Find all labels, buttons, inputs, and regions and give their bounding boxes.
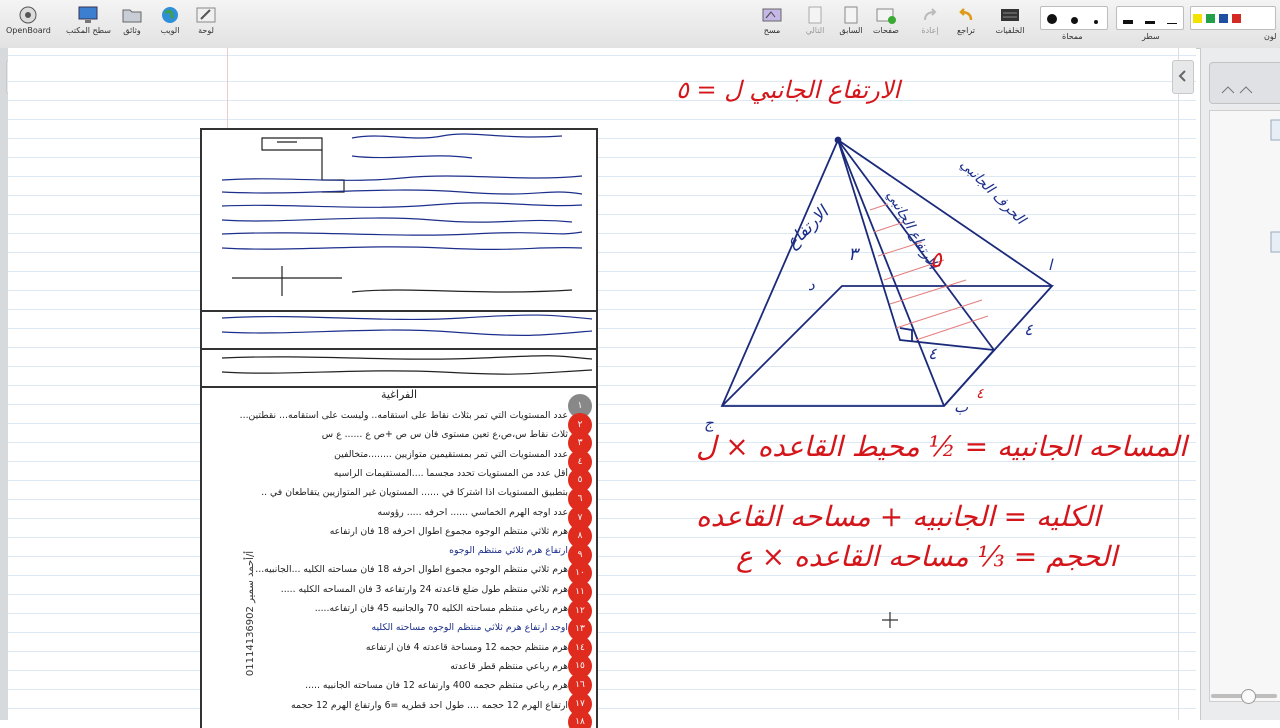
undo-icon	[955, 5, 977, 25]
worksheet-image: الفراغية عدد المستويات التي تمر بثلاث نق…	[200, 128, 598, 728]
openboard-menu-button[interactable]: OpenBoard	[6, 3, 51, 45]
eraser-large-option[interactable]	[1041, 9, 1063, 28]
undo-button[interactable]: تراجع	[944, 3, 988, 45]
slant-value: ٥	[930, 248, 942, 273]
total-area-formula: الكليه = الجانبيه + مساحه القاعده	[696, 500, 1101, 533]
color-label: لون	[1264, 32, 1277, 41]
eraser-medium-option[interactable]	[1063, 9, 1085, 28]
color-group	[1190, 6, 1276, 30]
desktop-button[interactable]: سطح المكتب	[66, 3, 111, 45]
question-row: عدد المستويات التي تمر بثلاث نقاط على اس…	[239, 410, 568, 421]
question-row: هرم رباعي منتظم قطر قاعدته	[450, 660, 568, 672]
document-thumbnail-icon[interactable]	[1270, 231, 1280, 253]
vertex-d-label: د	[808, 276, 815, 294]
question-row: هرم ثلاثي منتظم الوجوه مجموع اطوال احرفه…	[329, 525, 568, 537]
side-value-red: ٤	[976, 386, 984, 402]
question-row: عدد اوجه الهرم الخماسي ...... احرفه ....…	[377, 506, 568, 518]
palette-toggle-icon	[1178, 70, 1186, 82]
main-toolbar: OpenBoard سطح المكتب وثائق الويب لوحة مس…	[0, 0, 1280, 49]
add-page-icon	[875, 5, 897, 25]
line-thick-option[interactable]	[1117, 9, 1139, 28]
question-row: أقل عدد من المستويات تحدد مجسماً ....الم…	[333, 467, 568, 479]
redo-icon	[919, 5, 941, 25]
question-number-badge: ١٨	[568, 710, 592, 728]
next-page-icon	[804, 5, 826, 25]
question-row: هرم ثلاثي منتظم الوجوه مجموع اطوال احرفه…	[255, 564, 568, 576]
question-row: ارتفاع هرم ثلاثي منتظم الوجوه	[449, 545, 568, 557]
clear-label: مسح	[763, 26, 781, 35]
color-red-swatch[interactable]	[1232, 13, 1241, 23]
eraser-label: ممحاة	[1062, 32, 1083, 41]
color-blue-swatch[interactable]	[1219, 13, 1228, 23]
color-yellow-swatch[interactable]	[1193, 13, 1202, 23]
board-button[interactable]: لوحة	[184, 3, 228, 45]
teacher-phone-watermark: أ/أحمد سمير 01114136902	[245, 550, 257, 677]
navigator-arrows-icon[interactable]	[1214, 69, 1274, 99]
thumbnails-header	[1209, 62, 1280, 104]
right-palette-handle[interactable]	[1172, 60, 1194, 94]
eraser-size-group	[1040, 6, 1108, 30]
question-row: اوجد ارتفاع هرم ثلاثي منتظم الوجوه مساحت…	[371, 622, 569, 634]
question-row: هرم رباعي منتظم حجمه 400 وارتفاعه 12 فان…	[305, 680, 568, 692]
backgrounds-label: الخلفيات	[995, 26, 1025, 35]
color-green-swatch[interactable]	[1206, 13, 1215, 23]
clear-board-button[interactable]: مسح	[750, 3, 794, 45]
openboard-logo-icon	[17, 5, 39, 25]
worksheet-handwriting	[221, 133, 593, 375]
worksheet-title: الفراغية	[380, 388, 418, 401]
folder-icon	[121, 5, 143, 25]
lateral-area-formula: المساحه الجانبيه = ½ محيط القاعده × ل	[696, 430, 1187, 463]
question-row: هرم رباعي منتظم مساحته الكليه 70 والجانب…	[314, 603, 568, 614]
half-side-value: ٤	[928, 344, 937, 363]
undo-label: تراجع	[956, 26, 976, 35]
page-edge-line	[1178, 48, 1179, 720]
board-label: لوحة	[198, 26, 214, 35]
zoom-slider[interactable]	[1211, 689, 1277, 704]
backgrounds-button[interactable]: الخلفيات	[988, 3, 1032, 45]
eraser-small-option[interactable]	[1085, 9, 1107, 28]
pencil-board-icon	[195, 5, 217, 25]
openboard-label: OpenBoard	[6, 26, 51, 35]
crosshair-cursor-icon	[882, 612, 898, 628]
question-row: بتطبيق المستويات اذا اشتركا في ...... ال…	[261, 487, 568, 499]
vertex-a-label: ا	[1048, 256, 1053, 274]
question-row: هرم منتظم حجمه 12 ومساحة قاعدته 4 فان ار…	[365, 641, 568, 653]
erase-board-icon	[761, 5, 783, 25]
question-row: ارتفاع الهرم 12 حجمه .... طول احد قطريه …	[290, 699, 568, 711]
desktop-icon	[77, 5, 99, 25]
document-thumbnail-icon[interactable]	[1270, 119, 1280, 141]
line-width-group	[1116, 6, 1184, 30]
pages-button[interactable]: صفحات	[864, 3, 908, 45]
volume-formula: الحجم = ⅓ مساحه القاعده × ع	[736, 540, 1118, 573]
desktop-label: سطح المكتب	[66, 26, 111, 35]
zoom-slider-knob[interactable]	[1241, 689, 1256, 704]
left-dock	[0, 48, 8, 720]
pages-label: صفحات	[873, 26, 899, 35]
line-label: سطر	[1142, 32, 1160, 41]
question-row: هرم ثلاثي منتظم طول ضلع قاعدته 24 وارتفا…	[280, 583, 568, 595]
question-row: ثلاث نقاط س،ص،ع تعين مستوى فان س ص +ص ع …	[321, 429, 568, 441]
question-row: عدد المستويات التي تمر بمستقيمين متوازيي…	[334, 448, 568, 460]
whiteboard-canvas[interactable]	[8, 48, 1196, 720]
slant-height-heading: الارتفاع الجانبي ل = ٥	[676, 76, 901, 104]
height-value: ٣	[848, 244, 858, 265]
line-thin-option[interactable]	[1161, 9, 1183, 28]
previous-page-icon	[840, 5, 862, 25]
backgrounds-icon	[999, 5, 1021, 25]
globe-icon	[159, 5, 181, 25]
page-thumbnails-panel	[1200, 48, 1280, 720]
line-medium-option[interactable]	[1139, 9, 1161, 28]
side-value: ٤	[1024, 320, 1033, 339]
vertex-b-label: ب	[954, 398, 969, 416]
page-thumbnail-list[interactable]	[1209, 110, 1280, 702]
